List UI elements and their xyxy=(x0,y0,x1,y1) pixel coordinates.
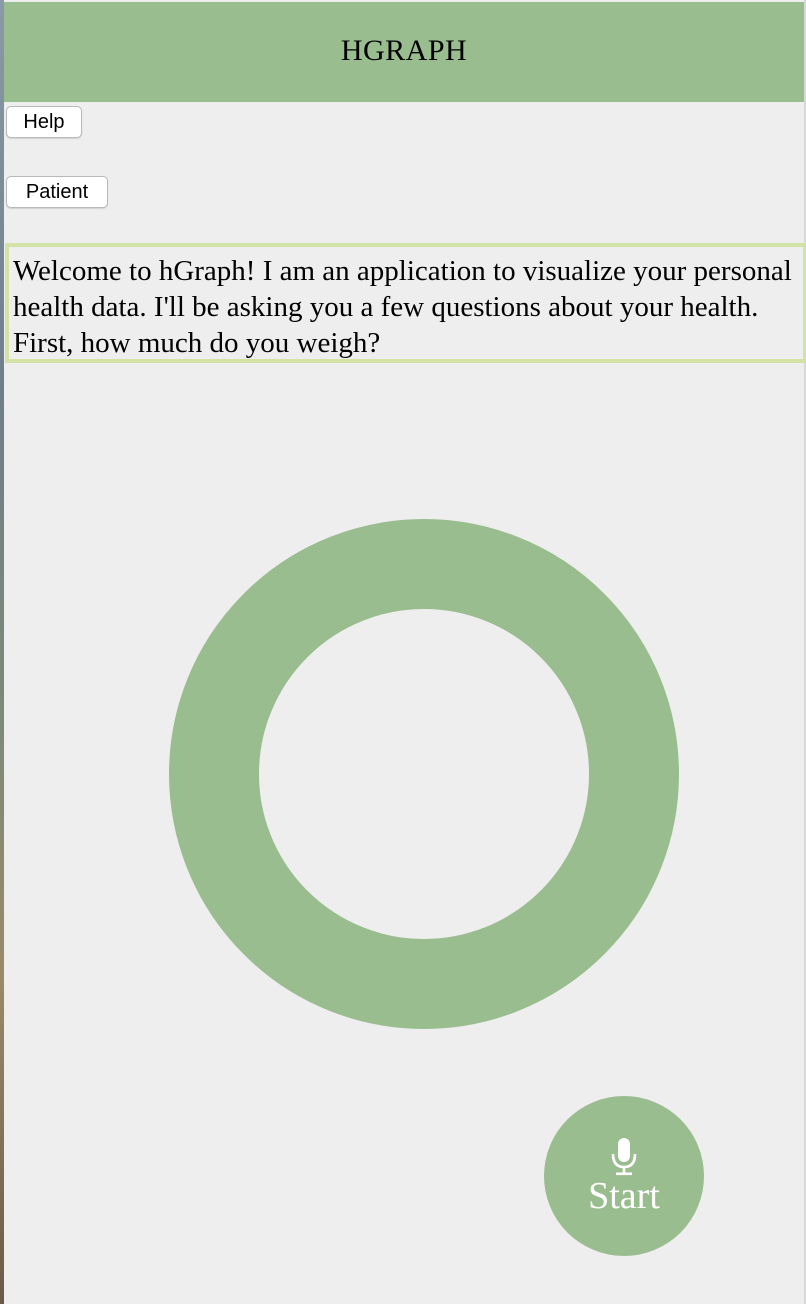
app-title: HGRAPH xyxy=(340,34,468,67)
desktop-background-edge xyxy=(0,0,4,1304)
start-recording-button[interactable]: Start xyxy=(544,1096,704,1256)
microphone-icon xyxy=(611,1138,637,1176)
help-button[interactable]: Help xyxy=(6,106,82,138)
app-header: HGRAPH xyxy=(4,2,804,102)
assistant-message-text: Welcome to hGraph! I am an application t… xyxy=(13,255,792,359)
assistant-message-box: Welcome to hGraph! I am an application t… xyxy=(5,243,806,363)
start-label: Start xyxy=(588,1175,660,1217)
patient-button[interactable]: Patient xyxy=(6,176,108,208)
voice-activity-ring xyxy=(169,519,679,1029)
